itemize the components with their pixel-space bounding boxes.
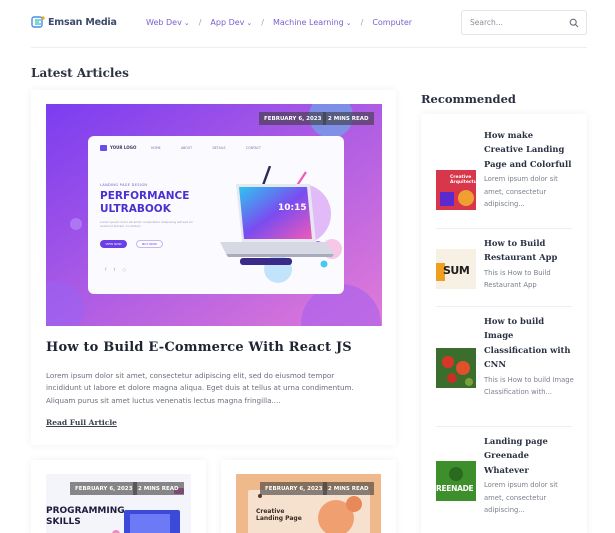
hero-logo-text: YOUR LOGO (110, 145, 137, 150)
recommended-item-excerpt: This is How to Build Restaurant App (484, 268, 551, 290)
tomato-image (436, 348, 476, 388)
nav-label: Machine Learning (272, 18, 344, 27)
laptop-screen-time: 10:15 (278, 203, 307, 213)
nav-separator: / (360, 18, 364, 27)
recommended-panel: Creative Arquitecture How make Creative … (421, 114, 587, 533)
recommended-item-title[interactable]: Landing page Greenade Whatever (484, 434, 574, 477)
search-input[interactable] (462, 18, 562, 27)
read-time-badge: 2 MINS READ (133, 482, 184, 495)
header-divider (31, 47, 587, 48)
logo-icon (31, 16, 45, 28)
date-badge: FEBRUARY 6, 2023 (70, 482, 138, 495)
search-box (461, 10, 587, 35)
recommended-item-title[interactable]: How to build Image Classification with C… (484, 314, 574, 372)
chevron-down-icon: ⌄ (183, 18, 190, 27)
featured-article-title[interactable]: How to Build E-Commerce With React JS (46, 340, 382, 355)
search-icon[interactable] (569, 18, 579, 28)
card-image-text: PROGRAMMING SKILLS (46, 506, 125, 528)
article-card-image[interactable]: Creative Landing Page FEBRUARY 6, 2023 2… (236, 474, 381, 533)
card-image-line: PROGRAMMING (46, 506, 125, 516)
recommended-item[interactable]: How to build Image Classification with C… (436, 314, 574, 426)
recommended-thumbnail[interactable] (436, 348, 476, 388)
site-logo[interactable]: Emsan Media (31, 15, 117, 29)
recommended-item[interactable]: SUM How to Build Restaurant App This is … (436, 236, 572, 306)
date-badge: FEBRUARY 6, 2023 (260, 482, 328, 495)
read-full-article-link[interactable]: Read Full Article (46, 418, 117, 427)
hero-headline-line: PERFORMANCE (100, 190, 190, 202)
recommended-item-excerpt: Lorem ipsum dolor sit amet, consectetur … (484, 481, 558, 515)
recommended-thumbnail[interactable]: Creative Arquitecture (436, 170, 476, 210)
card-image-line: SKILLS (46, 517, 81, 527)
article-card-image[interactable]: PROGRAMMING SKILLS FEBRUARY 6, 2023 2 MI… (46, 474, 191, 533)
nav-label: Web Dev (146, 18, 182, 27)
recommended-text: How to Build Restaurant App This is How … (484, 236, 574, 292)
recommended-item-title[interactable]: How make Creative Landing Page and Color… (484, 128, 574, 171)
hero-menu-item: ABOUT (181, 146, 193, 150)
chevron-down-icon: ⌄ (246, 18, 253, 27)
hero-menu-item: DETAILS (212, 146, 226, 150)
recommended-item[interactable]: Creative Arquitecture How make Creative … (436, 128, 572, 228)
article-card[interactable]: PROGRAMMING SKILLS FEBRUARY 6, 2023 2 MI… (31, 460, 206, 533)
featured-article-image[interactable]: YOUR LOGO HOME ABOUT DETAILS CONTACT LAN… (46, 104, 382, 326)
thumbnail-text: Creative Arquitecture (450, 175, 476, 186)
hero-kicker: LANDING PAGE DESIGN (100, 183, 148, 187)
recommended-item-excerpt: This is How to build Image Classificatio… (484, 375, 574, 397)
nav-machine-learning[interactable]: Machine Learning ⌄ (273, 18, 352, 27)
card-image-text: Creative Landing Page (256, 508, 302, 522)
thumbnail-art (436, 461, 476, 501)
article-card[interactable]: Creative Landing Page FEBRUARY 6, 2023 2… (221, 460, 396, 533)
date-badge: FEBRUARY 6, 2023 (259, 112, 327, 125)
recommended-divider (436, 228, 572, 229)
recommended-text: Landing page Greenade Whatever Lorem ips… (484, 434, 574, 517)
nav-label: Computer (372, 18, 413, 27)
thumbnail-text: REENADE (436, 484, 474, 493)
hero-secondary-button: BUY NOW (136, 240, 163, 248)
card-image-line: Landing Page (256, 515, 302, 522)
recommended-heading: Recommended (421, 92, 516, 106)
laptop-illustration (220, 166, 334, 268)
nav-separator: / (198, 18, 202, 27)
nav-computer[interactable]: Computer (372, 18, 412, 27)
hero-headline-line: ULTRABOOK (100, 203, 171, 215)
featured-article-excerpt: Lorem ipsum dolor sit amet, consectetur … (46, 371, 354, 405)
hero-menu-item: HOME (151, 146, 161, 150)
recommended-text: How to build Image Classification with C… (484, 314, 574, 399)
hero-primary-button: VIEW NOW (100, 240, 127, 248)
recommended-divider (436, 306, 572, 307)
hero-menu-item: CONTACT (245, 146, 261, 150)
chevron-down-icon: ⌄ (345, 18, 352, 27)
recommended-thumbnail[interactable]: SUM (436, 249, 476, 289)
social-icons: f t ○ (105, 267, 130, 272)
read-time-badge: 2 MINS READ (323, 112, 374, 125)
recommended-divider (436, 426, 572, 427)
featured-article-card[interactable]: YOUR LOGO HOME ABOUT DETAILS CONTACT LAN… (31, 90, 396, 445)
recommended-text: How make Creative Landing Page and Color… (484, 128, 574, 211)
nav-web-dev[interactable]: Web Dev ⌄ (146, 18, 190, 27)
read-time-badge: 2 MINS READ (323, 482, 374, 495)
nav-separator: / (261, 18, 264, 27)
site-header: Emsan Media Web Dev ⌄ / App Dev ⌄ / Mach… (0, 0, 615, 48)
hero-headline: PERFORMANCE ULTRABOOK (100, 190, 189, 216)
hero-blurb: Lorem ipsum dolor sit amet consectetur a… (100, 220, 193, 229)
main-nav: Web Dev ⌄ / App Dev ⌄ / Machine Learning… (146, 18, 412, 27)
hero-menu: HOME ABOUT DETAILS CONTACT (151, 146, 261, 150)
latest-articles-heading: Latest Articles (31, 66, 129, 80)
recommended-item-title[interactable]: How to Build Restaurant App (484, 236, 574, 265)
card-image-line: Creative (256, 508, 285, 515)
recommended-item-excerpt: Lorem ipsum dolor sit amet, consectetur … (484, 175, 558, 209)
recommended-item[interactable]: REENADE Landing page Greenade Whatever L… (436, 434, 572, 533)
thumbnail-text: SUM (443, 264, 470, 277)
nav-app-dev[interactable]: App Dev ⌄ (210, 18, 252, 27)
nav-label: App Dev (210, 18, 245, 27)
logo-text: Emsan Media (48, 16, 117, 28)
recommended-thumbnail[interactable]: REENADE (436, 461, 476, 501)
